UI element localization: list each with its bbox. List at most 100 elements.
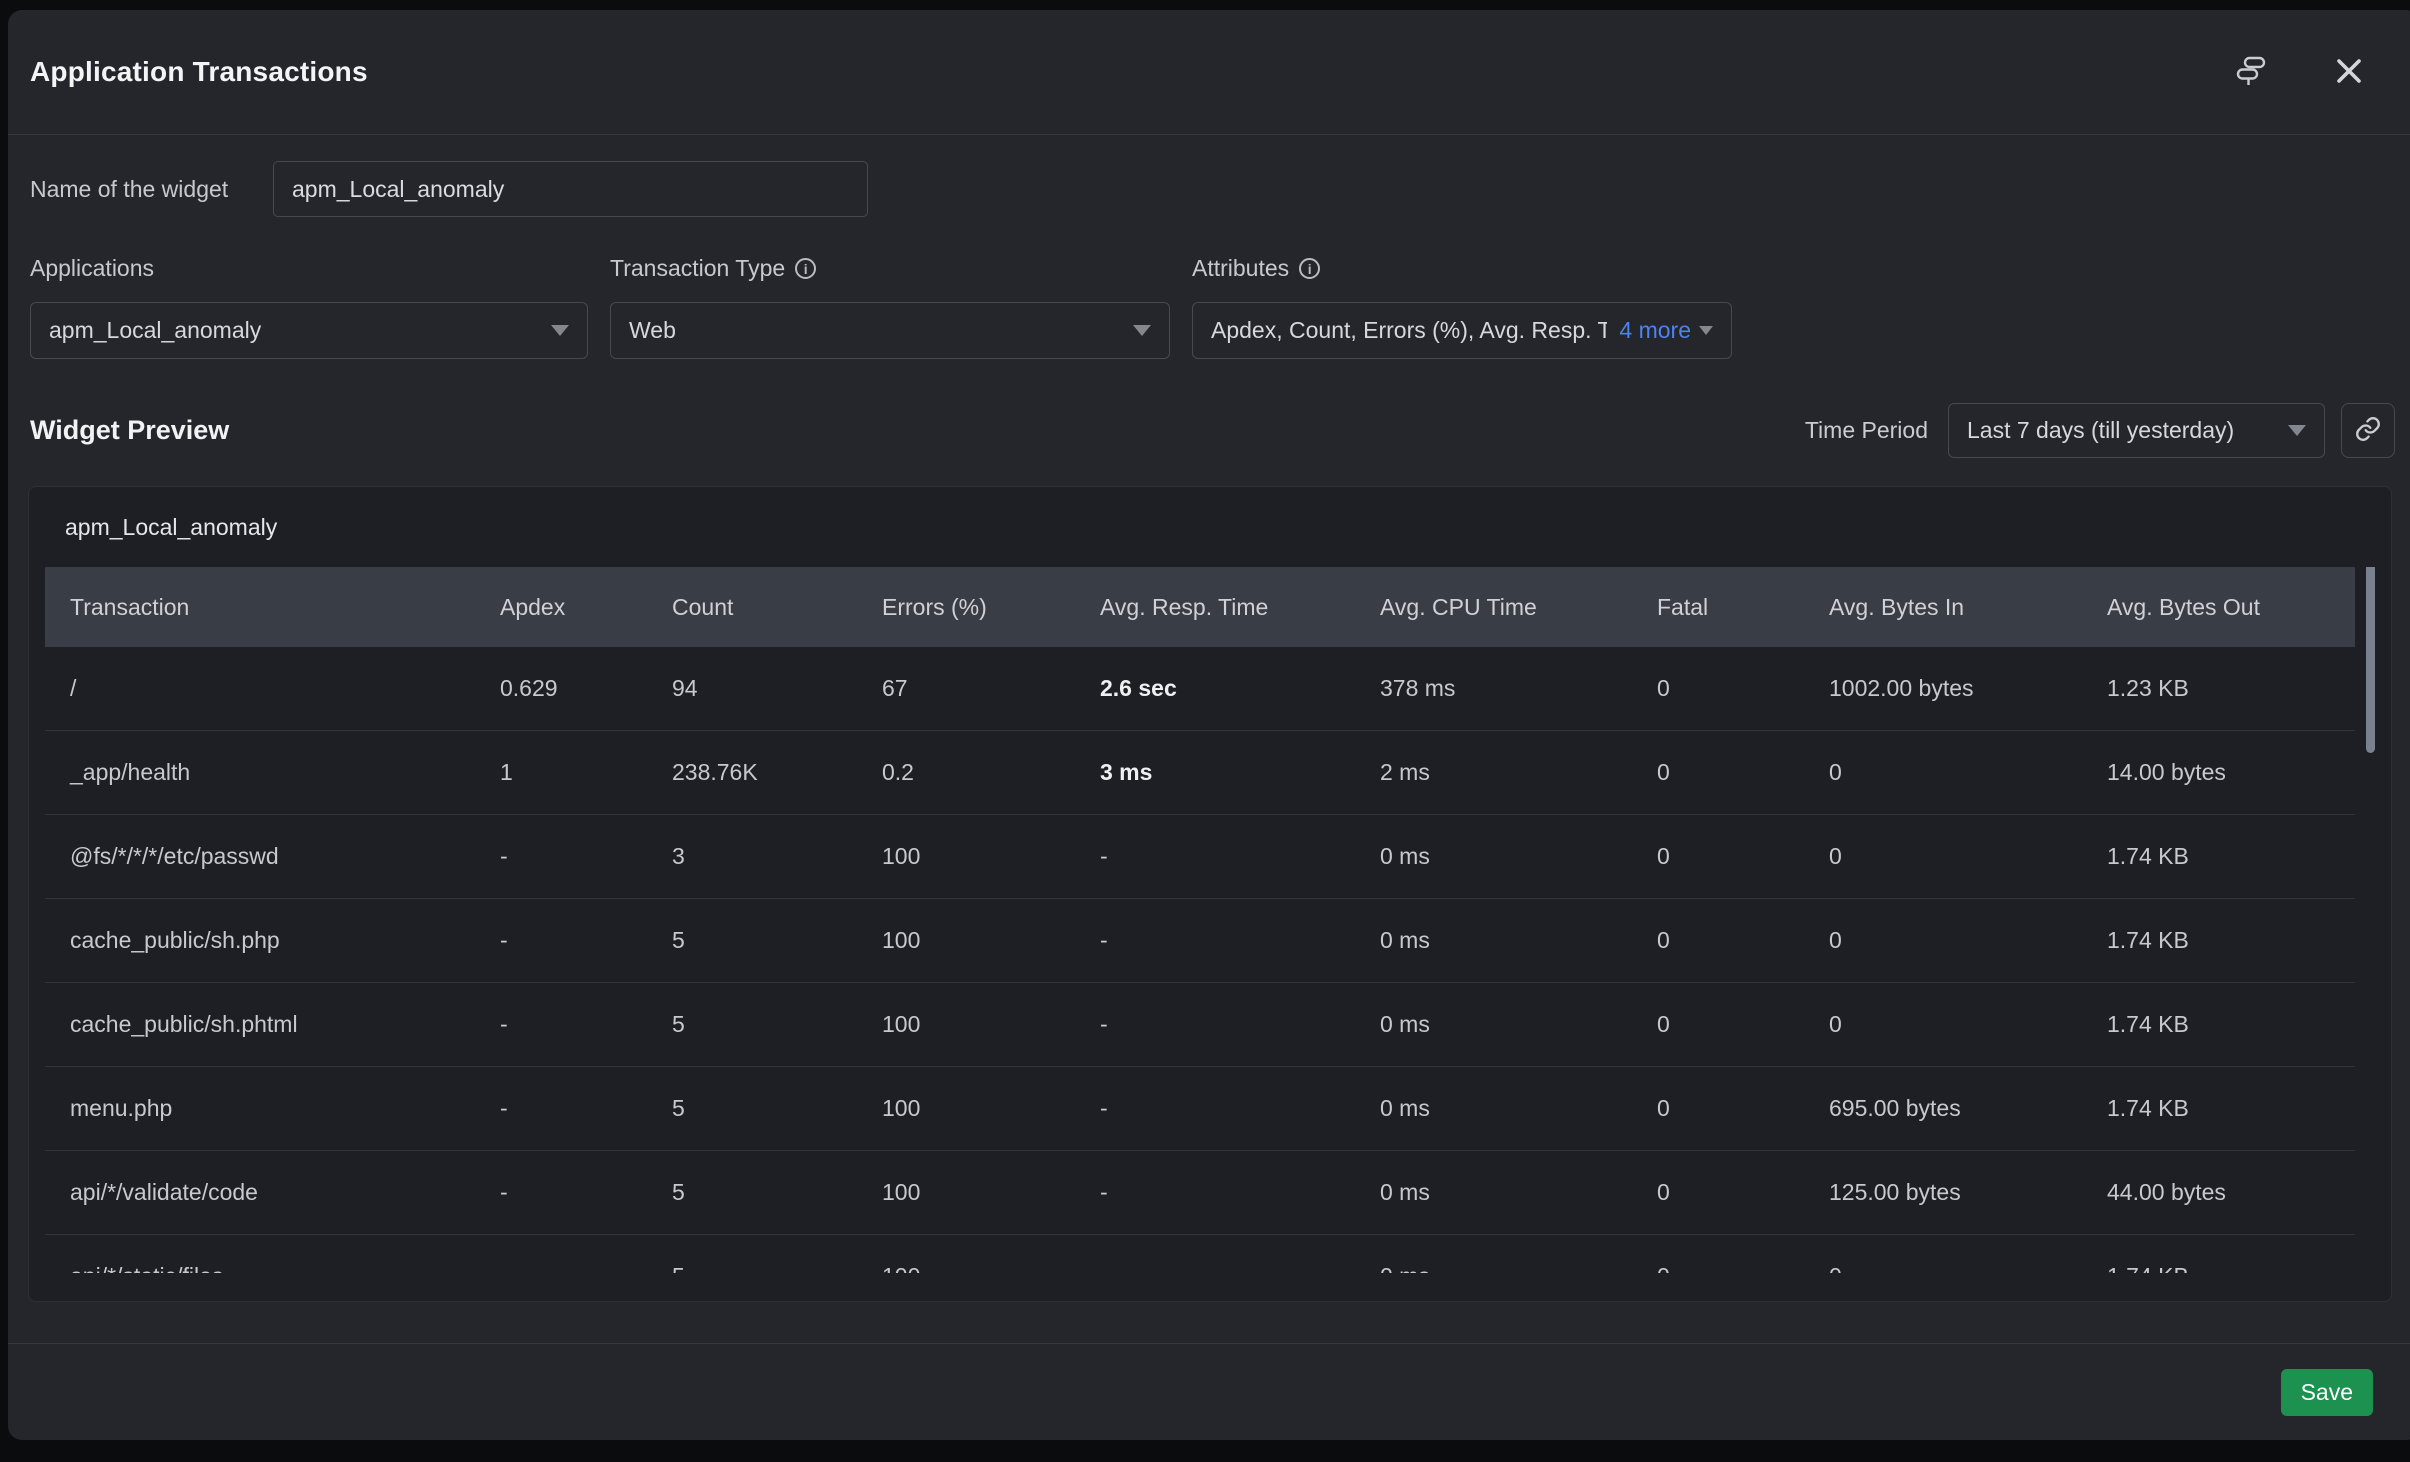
dialog-header: Application Transactions xyxy=(8,10,2410,135)
table-cell: 0 ms xyxy=(1380,1095,1657,1122)
table-cell: 0 xyxy=(1829,843,2107,870)
chevron-down-icon xyxy=(551,325,569,336)
table-cell: 2 ms xyxy=(1380,759,1657,786)
table-cell: 0 xyxy=(1657,759,1829,786)
copy-link-button[interactable] xyxy=(2341,403,2395,458)
header-actions xyxy=(2230,50,2368,95)
table-cell: 1.23 KB xyxy=(2107,675,2355,702)
table-cell: menu.php xyxy=(45,1095,500,1122)
applications-select[interactable]: apm_Local_anomaly xyxy=(30,302,588,359)
table-cell: 0 xyxy=(1829,927,2107,954)
table-cell: 238.76K xyxy=(672,759,882,786)
table-cell: - xyxy=(500,927,672,954)
widget-layout-icon xyxy=(2234,54,2268,91)
table-body: /0.62994672.6 sec378 ms01002.00 bytes1.2… xyxy=(45,647,2375,1273)
widget-layout-button[interactable] xyxy=(2230,50,2272,95)
table-cell: cache_public/sh.phtml xyxy=(45,1011,500,1038)
link-icon xyxy=(2354,415,2382,446)
applications-value: apm_Local_anomaly xyxy=(49,317,261,344)
table-cell: 100 xyxy=(882,1179,1100,1206)
table-cell: 5 xyxy=(672,927,882,954)
table-cell: 100 xyxy=(882,1263,1100,1273)
table-row[interactable]: api/*/validate/code-5100-0 ms0125.00 byt… xyxy=(45,1151,2355,1235)
save-button[interactable]: Save xyxy=(2281,1369,2373,1416)
table-cell: 3 ms xyxy=(1100,759,1380,786)
attributes-more-link[interactable]: 4 more xyxy=(1619,317,1691,344)
info-icon[interactable]: i xyxy=(795,258,816,279)
column-header[interactable]: Transaction xyxy=(45,594,500,621)
column-header[interactable]: Errors (%) xyxy=(882,594,1100,621)
chevron-down-icon xyxy=(1133,325,1151,336)
table-cell: 1.74 KB xyxy=(2107,843,2355,870)
table-row[interactable]: /0.62994672.6 sec378 ms01002.00 bytes1.2… xyxy=(45,647,2355,731)
table-cell: 3 xyxy=(672,843,882,870)
widget-preview-panel: apm_Local_anomaly TransactionApdexCountE… xyxy=(28,486,2392,1302)
table-cell: 0 ms xyxy=(1380,1011,1657,1038)
table-cell: - xyxy=(500,1011,672,1038)
column-header[interactable]: Count xyxy=(672,594,882,621)
table-cell: 0 xyxy=(1829,1011,2107,1038)
table-cell: - xyxy=(1100,843,1380,870)
table-cell: 0 xyxy=(1829,1263,2107,1273)
table-cell: 1002.00 bytes xyxy=(1829,675,2107,702)
attributes-group: Attributes i Apdex, Count, Errors (%), A… xyxy=(1192,255,1732,359)
table-cell: 0 xyxy=(1657,927,1829,954)
table-cell: - xyxy=(500,1179,672,1206)
table-cell: 2.6 sec xyxy=(1100,675,1380,702)
info-icon[interactable]: i xyxy=(1299,258,1320,279)
table-cell: 100 xyxy=(882,927,1100,954)
table-row[interactable]: cache_public/sh.php-5100-0 ms001.74 KB xyxy=(45,899,2355,983)
column-header[interactable]: Avg. Bytes In xyxy=(1829,594,2107,621)
time-period-value: Last 7 days (till yesterday) xyxy=(1967,417,2234,444)
column-header[interactable]: Fatal xyxy=(1657,594,1829,621)
table-row[interactable]: _app/health1238.76K0.23 ms2 ms0014.00 by… xyxy=(45,731,2355,815)
application-transactions-dialog: Application Transactions xyxy=(8,10,2410,1440)
time-period-select[interactable]: Last 7 days (till yesterday) xyxy=(1948,403,2325,458)
table-cell: 100 xyxy=(882,1011,1100,1038)
vertical-scrollbar[interactable] xyxy=(2366,567,2375,753)
table-cell: 5 xyxy=(672,1011,882,1038)
column-header[interactable]: Avg. CPU Time xyxy=(1380,594,1657,621)
chevron-down-icon xyxy=(2288,425,2306,436)
table-cell: 125.00 bytes xyxy=(1829,1179,2107,1206)
widget-name-label: Name of the widget xyxy=(30,176,273,203)
applications-label: Applications xyxy=(30,255,588,282)
column-header[interactable]: Avg. Resp. Time xyxy=(1100,594,1380,621)
applications-group: Applications apm_Local_anomaly xyxy=(30,255,588,359)
widget-config-form: Name of the widget Applications apm_Loca… xyxy=(8,135,2410,359)
widget-name-input[interactable] xyxy=(273,161,868,217)
table-cell: / xyxy=(45,675,500,702)
table-cell: 100 xyxy=(882,1095,1100,1122)
table-cell: 0 xyxy=(1657,843,1829,870)
table-cell: 5 xyxy=(672,1095,882,1122)
table-cell: 0.629 xyxy=(500,675,672,702)
transactions-table: TransactionApdexCountErrors (%)Avg. Resp… xyxy=(45,567,2375,1273)
table-cell: 1.74 KB xyxy=(2107,1011,2355,1038)
table-cell: 0 xyxy=(1657,1011,1829,1038)
transaction-type-group: Transaction Type i Web xyxy=(610,255,1170,359)
dialog-title: Application Transactions xyxy=(30,56,368,88)
close-button[interactable] xyxy=(2330,52,2368,93)
attributes-value: Apdex, Count, Errors (%), Avg. Resp. Ti.… xyxy=(1211,317,1607,344)
table-row[interactable]: @fs/*/*/*/etc/passwd-3100-0 ms001.74 KB xyxy=(45,815,2355,899)
transaction-type-select[interactable]: Web xyxy=(610,302,1170,359)
table-cell: 0 xyxy=(1657,1263,1829,1273)
table-cell: - xyxy=(500,843,672,870)
table-cell: 94 xyxy=(672,675,882,702)
column-header[interactable]: Apdex xyxy=(500,594,672,621)
table-cell: 100 xyxy=(882,843,1100,870)
attributes-select[interactable]: Apdex, Count, Errors (%), Avg. Resp. Ti.… xyxy=(1192,302,1732,359)
table-cell: 5 xyxy=(672,1263,882,1273)
column-header[interactable]: Avg. Bytes Out xyxy=(2107,594,2355,621)
table-row[interactable]: menu.php-5100-0 ms0695.00 bytes1.74 KB xyxy=(45,1067,2355,1151)
table-row[interactable]: api/*/static/files-5100-0 ms001.74 KB xyxy=(45,1235,2355,1273)
table-cell: - xyxy=(1100,1179,1380,1206)
time-period-cluster: Time Period Last 7 days (till yesterday) xyxy=(1805,403,2395,458)
table-row[interactable]: cache_public/sh.phtml-5100-0 ms001.74 KB xyxy=(45,983,2355,1067)
table-cell: 5 xyxy=(672,1179,882,1206)
table-cell: 1 xyxy=(500,759,672,786)
table-cell: - xyxy=(1100,927,1380,954)
transaction-type-value: Web xyxy=(629,317,676,344)
table-cell: cache_public/sh.php xyxy=(45,927,500,954)
table-cell: 44.00 bytes xyxy=(2107,1179,2355,1206)
